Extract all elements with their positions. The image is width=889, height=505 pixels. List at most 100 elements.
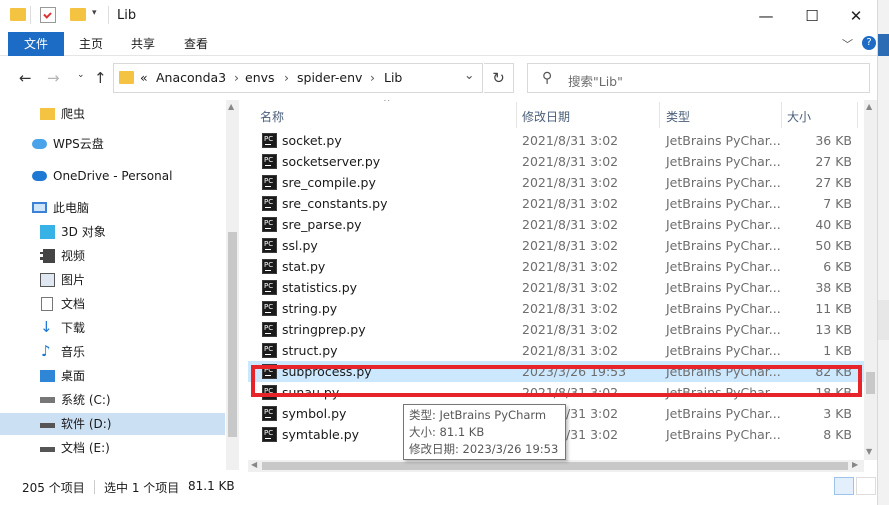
help-icon[interactable]: ?	[862, 36, 876, 50]
file-size: 7 KB	[823, 196, 852, 211]
tab-file[interactable]: 文件	[8, 32, 64, 56]
file-name: sre_compile.py	[282, 175, 376, 190]
selected-count: 选中 1 个项目	[104, 481, 180, 495]
file-date: 2021/8/31 3:02	[522, 238, 619, 253]
minimize-button[interactable]: —	[743, 0, 789, 32]
file-name: ssl.py	[282, 238, 318, 253]
column-name[interactable]: 名称	[260, 108, 284, 125]
sort-ascending-icon: ^	[383, 100, 391, 108]
scroll-right-icon[interactable]: ▶	[852, 460, 858, 469]
up-arrow-icon[interactable]: ↑	[94, 69, 107, 87]
nav-item-music[interactable]: ♪ 音乐	[0, 341, 225, 363]
search-input[interactable]: 搜索"Lib"	[568, 71, 623, 90]
large-icons-view-icon[interactable]	[856, 477, 876, 495]
folder-icon	[119, 71, 134, 84]
nav-item-3d-objects[interactable]: 3D 对象	[0, 221, 225, 243]
pc-icon	[32, 202, 47, 213]
maximize-button[interactable]: ☐	[789, 0, 835, 32]
nav-item-downloads[interactable]: ↓ 下载	[0, 317, 225, 339]
back-arrow-icon[interactable]: ←	[19, 69, 32, 87]
expand-ribbon-icon[interactable]: ﹀	[842, 36, 853, 52]
scroll-up-icon[interactable]: ▲	[866, 102, 872, 111]
tab-share[interactable]: 共享	[122, 32, 164, 56]
nav-item-videos[interactable]: 视频	[0, 245, 225, 267]
table-row[interactable]: stringprep.py 2021/8/31 3:02 JetBrains PyC…	[248, 318, 864, 340]
table-row[interactable]: sre_compile.py 2021/8/31 3:02 JetBrains Py…	[248, 171, 864, 193]
nav-item-crawler[interactable]: 爬虫	[0, 103, 225, 125]
address-bar[interactable]: « Anaconda3 › envs › spider-env › Lib ⌄	[113, 63, 483, 93]
file-type: JetBrains PyChar...	[666, 217, 781, 232]
nav-item-drive-e[interactable]: 文档 (E:)	[0, 437, 225, 459]
table-row[interactable]: sre_constants.py 2021/8/31 3:02 JetBrains …	[248, 192, 864, 214]
file-size: 40 KB	[815, 217, 852, 232]
breadcrumb-spider-env[interactable]: spider-env	[297, 70, 362, 85]
breadcrumb-envs[interactable]: envs	[245, 70, 275, 85]
breadcrumb-separator[interactable]: ›	[284, 70, 289, 85]
nav-item-onedrive[interactable]: OneDrive - Personal	[0, 165, 225, 187]
table-row[interactable]: socketserver.py 2021/8/31 3:02 JetBrains P…	[248, 150, 864, 172]
file-list-scrollbar[interactable]: ▲ ▼	[864, 100, 877, 460]
scroll-down-icon[interactable]: ▼	[866, 447, 872, 456]
pycharm-file-icon	[262, 423, 277, 444]
breadcrumb-lib[interactable]: Lib	[384, 70, 402, 85]
nav-item-desktop[interactable]: 桌面	[0, 365, 225, 387]
table-row[interactable]: socket.py 2021/8/31 3:02 JetBrains PyChar.…	[248, 129, 864, 151]
file-size: 11 KB	[815, 301, 852, 316]
file-date: 2021/8/31 3:02	[522, 259, 619, 274]
onedrive-icon	[32, 171, 47, 181]
address-dropdown-icon[interactable]: ⌄	[464, 67, 474, 82]
scrollbar-thumb[interactable]	[228, 232, 237, 437]
breadcrumb-anaconda3[interactable]: Anaconda3	[156, 70, 226, 85]
nav-item-this-pc[interactable]: 此电脑	[0, 197, 225, 219]
download-icon: ↓	[40, 318, 53, 336]
details-view-icon[interactable]	[834, 477, 854, 495]
search-box[interactable]: ⚲ 搜索"Lib"	[527, 63, 870, 93]
music-icon: ♪	[41, 342, 51, 360]
nav-item-wps-cloud[interactable]: WPS云盘	[0, 133, 225, 155]
table-row[interactable]: string.py 2021/8/31 3:02 JetBrains PyChar.…	[248, 297, 864, 319]
file-size: 3 KB	[823, 406, 852, 421]
pycharm-file-icon	[262, 339, 277, 360]
horizontal-scrollbar[interactable]: ◀ ▶	[248, 460, 864, 472]
scroll-left-icon[interactable]: ◀	[251, 460, 257, 469]
tab-home[interactable]: 主页	[70, 32, 112, 56]
table-row[interactable]: struct.py 2021/8/31 3:02 JetBrains PyChar.…	[248, 339, 864, 361]
scrollbar-thumb[interactable]	[866, 372, 875, 394]
new-folder-icon[interactable]	[70, 8, 86, 21]
close-button[interactable]: ✕	[835, 0, 877, 32]
breadcrumb-overflow[interactable]: «	[140, 70, 148, 85]
documents-icon	[41, 297, 53, 311]
tab-view[interactable]: 查看	[175, 32, 217, 56]
nav-item-documents[interactable]: 文档	[0, 293, 225, 315]
file-type: JetBrains PyChar...	[666, 196, 781, 211]
recent-locations-icon[interactable]: ⌄	[77, 70, 85, 80]
refresh-button[interactable]: ↻	[484, 63, 514, 93]
nav-item-drive-d[interactable]: 软件 (D:)	[0, 413, 225, 435]
forward-arrow-icon[interactable]: →	[47, 69, 60, 87]
table-row[interactable]: statistics.py 2021/8/31 3:02 JetBrains PyC…	[248, 276, 864, 298]
breadcrumb-separator[interactable]: ›	[370, 70, 375, 85]
window-title: Lib	[117, 8, 137, 23]
table-row[interactable]: sre_parse.py 2021/8/31 3:02 JetBrains PyCh…	[248, 213, 864, 235]
folder-icon	[10, 8, 26, 21]
scroll-up-icon[interactable]: ▲	[228, 102, 234, 111]
item-count: 205 个项目	[22, 481, 85, 495]
title-bar: ▾ Lib — ☐ ✕	[0, 0, 877, 32]
file-name: stringprep.py	[282, 322, 366, 337]
file-size: 27 KB	[815, 175, 852, 190]
column-size[interactable]: 大小	[787, 108, 811, 125]
file-name: sre_constants.py	[282, 196, 388, 211]
cloud-icon	[32, 139, 47, 149]
column-type[interactable]: 类型	[666, 108, 690, 125]
breadcrumb-separator[interactable]: ›	[234, 70, 239, 85]
nav-pane-scrollbar[interactable]: ▲	[226, 100, 239, 470]
table-row[interactable]: stat.py 2021/8/31 3:02 JetBrains PyChar...…	[248, 255, 864, 277]
scrollbar-thumb[interactable]	[262, 462, 848, 470]
file-date: 2021/8/31 3:02	[522, 154, 619, 169]
nav-item-pictures[interactable]: 图片	[0, 269, 225, 291]
column-date[interactable]: 修改日期	[522, 108, 570, 125]
customize-quick-access-icon[interactable]: ▾	[92, 8, 97, 18]
nav-item-drive-c[interactable]: 系统 (C:)	[0, 389, 225, 411]
table-row[interactable]: ssl.py 2021/8/31 3:02 JetBrains PyChar... 5…	[248, 234, 864, 256]
properties-icon[interactable]	[40, 7, 56, 23]
